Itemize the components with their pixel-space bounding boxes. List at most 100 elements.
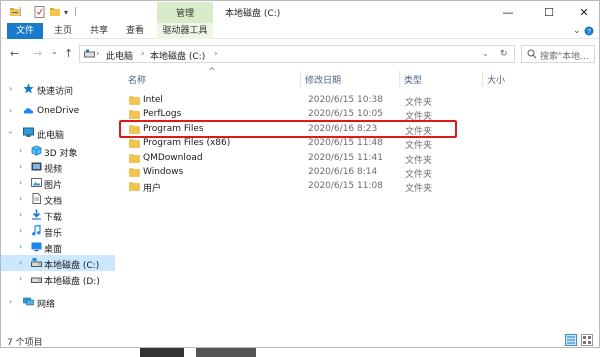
column-header-name[interactable]: 名称 xyxy=(128,73,146,86)
tab-home[interactable]: 主页 xyxy=(49,23,77,39)
ribbon-tabs: 文件 主页 共享 查看 驱动器工具 ⌄ ? xyxy=(1,23,599,39)
file-type: 文件夹 xyxy=(405,184,433,194)
document-icon xyxy=(31,193,42,204)
nav-label: 3D 对象 xyxy=(44,149,78,159)
nav-item-3d-objects[interactable]: › 3D 对象 xyxy=(1,143,115,159)
tab-file[interactable]: 文件 xyxy=(7,23,43,39)
breadcrumb-this-pc[interactable]: 此电脑 xyxy=(106,49,133,62)
column-header-type[interactable]: 类型 xyxy=(404,73,422,86)
nav-item-network[interactable]: › 网络 xyxy=(1,294,115,310)
column-divider[interactable] xyxy=(300,71,301,87)
nav-label: 网络 xyxy=(37,300,56,310)
computer-icon xyxy=(23,127,34,138)
minimize-button[interactable]: — xyxy=(493,3,523,21)
file-name: Windows xyxy=(143,167,184,177)
customize-qat-icon[interactable]: ▾ xyxy=(64,6,68,18)
chevron-right-icon[interactable]: › xyxy=(9,84,12,93)
nav-label: 本地磁盘 (D:) xyxy=(44,277,100,287)
tab-drive-tools[interactable]: 驱动器工具 xyxy=(157,23,213,39)
column-divider[interactable] xyxy=(482,71,483,87)
nav-label: 桌面 xyxy=(44,245,63,255)
chevron-right-icon[interactable]: › xyxy=(9,297,12,306)
breadcrumb-local-disk[interactable]: 本地磁盘 (C:) xyxy=(150,49,205,62)
network-icon xyxy=(23,296,34,307)
file-row[interactable]: Program Files (x86) 2020/6/15 11:48 文件夹 xyxy=(125,137,525,151)
picture-icon xyxy=(31,177,42,188)
chevron-right-icon[interactable]: › xyxy=(19,242,22,251)
sort-ascending-icon: ^ xyxy=(208,67,216,77)
chevron-right-icon[interactable]: › xyxy=(19,210,22,219)
chevron-down-icon[interactable]: › xyxy=(6,131,15,134)
nav-item-onedrive[interactable]: › OneDrive xyxy=(1,103,115,119)
taskbar-item[interactable] xyxy=(140,348,184,357)
nav-item-this-pc[interactable]: › 此电脑 xyxy=(1,125,115,141)
nav-label: 本地磁盘 (C:) xyxy=(44,261,100,271)
forward-icon[interactable]: → xyxy=(33,47,42,60)
address-row: ← → ⌄ ↑ › 此电脑 › 本地磁盘 (C:) › ⌄ ↻ 搜索"本地... xyxy=(1,39,599,69)
explorer-window: | ▾ | 管理 本地磁盘 (C:) — ☐ ✕ 文件 主页 共享 查看 驱动器… xyxy=(0,0,600,348)
nav-item-downloads[interactable]: › 下载 xyxy=(1,207,115,223)
context-tab-manage[interactable]: 管理 xyxy=(157,2,213,23)
taskbar-fragment xyxy=(0,348,600,357)
breadcrumb-chevron-icon[interactable]: › xyxy=(214,49,218,59)
address-bar[interactable]: › 此电脑 › 本地磁盘 (C:) › ⌄ ↻ xyxy=(79,45,515,63)
help-icon[interactable]: ? xyxy=(584,26,594,36)
nav-item-pictures[interactable]: › 图片 xyxy=(1,175,115,191)
separator: | xyxy=(74,7,78,17)
nav-item-quick-access[interactable]: › 快速访问 xyxy=(1,81,115,97)
nav-item-local-disk-c[interactable]: › 本地磁盘 (C:) xyxy=(1,255,115,271)
chevron-right-icon[interactable]: › xyxy=(9,106,12,115)
file-row[interactable]: Windows 2020/6/16 8:14 文件夹 xyxy=(125,166,525,180)
refresh-icon[interactable]: ↻ xyxy=(500,49,508,59)
back-icon[interactable]: ← xyxy=(10,47,19,60)
folder-icon xyxy=(129,181,140,191)
file-date: 2020/6/16 8:14 xyxy=(308,167,378,177)
nav-item-desktop[interactable]: › 桌面 xyxy=(1,239,115,255)
chevron-down-icon[interactable]: ⌄ xyxy=(573,26,581,36)
file-row[interactable]: Intel 2020/6/15 10:38 文件夹 xyxy=(125,94,525,108)
folder-icon xyxy=(129,138,140,148)
file-type: 文件夹 xyxy=(405,170,433,180)
tab-share[interactable]: 共享 xyxy=(85,23,113,39)
column-header-size[interactable]: 大小 xyxy=(487,73,505,86)
nav-item-local-disk-d[interactable]: › 本地磁盘 (D:) xyxy=(1,271,115,287)
file-name: QMDownload xyxy=(143,153,203,163)
folder-icon xyxy=(129,153,140,163)
file-date: 2020/6/15 11:48 xyxy=(308,138,383,148)
folder-icon xyxy=(129,167,140,177)
address-dropdown-icon[interactable]: ⌄ xyxy=(482,49,489,58)
up-icon[interactable]: ↑ xyxy=(64,47,73,60)
desktop-icon xyxy=(31,241,42,252)
star-icon xyxy=(23,83,34,94)
taskbar-item[interactable] xyxy=(196,348,256,357)
nav-label: 文档 xyxy=(44,197,63,207)
chevron-right-icon[interactable]: › xyxy=(19,178,22,187)
chevron-right-icon[interactable]: › xyxy=(19,226,22,235)
window-title: 本地磁盘 (C:) xyxy=(225,9,281,19)
details-view-icon[interactable] xyxy=(565,334,577,346)
new-folder-icon[interactable] xyxy=(49,6,61,18)
chevron-right-icon[interactable]: › xyxy=(19,258,22,267)
nav-label: 下载 xyxy=(44,213,63,223)
file-row[interactable]: 用户 2020/6/15 11:08 文件夹 xyxy=(125,180,525,194)
search-box[interactable]: 搜索"本地... xyxy=(521,45,595,63)
breadcrumb-chevron-icon[interactable]: › xyxy=(141,49,145,59)
column-header-date[interactable]: 修改日期 xyxy=(305,73,341,86)
properties-icon[interactable] xyxy=(34,6,45,18)
close-button[interactable]: ✕ xyxy=(569,3,599,21)
chevron-right-icon[interactable]: › xyxy=(19,274,22,283)
column-divider[interactable] xyxy=(399,71,400,87)
file-row[interactable]: QMDownload 2020/6/15 11:41 文件夹 xyxy=(125,152,525,166)
nav-label: OneDrive xyxy=(37,106,80,116)
recent-locations-icon[interactable]: ⌄ xyxy=(51,47,58,56)
chevron-right-icon[interactable]: › xyxy=(19,146,22,155)
maximize-button[interactable]: ☐ xyxy=(534,3,564,21)
nav-item-music[interactable]: › 音乐 xyxy=(1,223,115,239)
chevron-right-icon[interactable]: › xyxy=(19,162,22,171)
tab-view[interactable]: 查看 xyxy=(121,23,149,39)
nav-item-videos[interactable]: › 视频 xyxy=(1,159,115,175)
large-icons-view-icon[interactable] xyxy=(581,334,593,346)
breadcrumb-chevron-icon[interactable]: › xyxy=(96,49,100,59)
chevron-right-icon[interactable]: › xyxy=(19,194,22,203)
nav-item-documents[interactable]: › 文档 xyxy=(1,191,115,207)
